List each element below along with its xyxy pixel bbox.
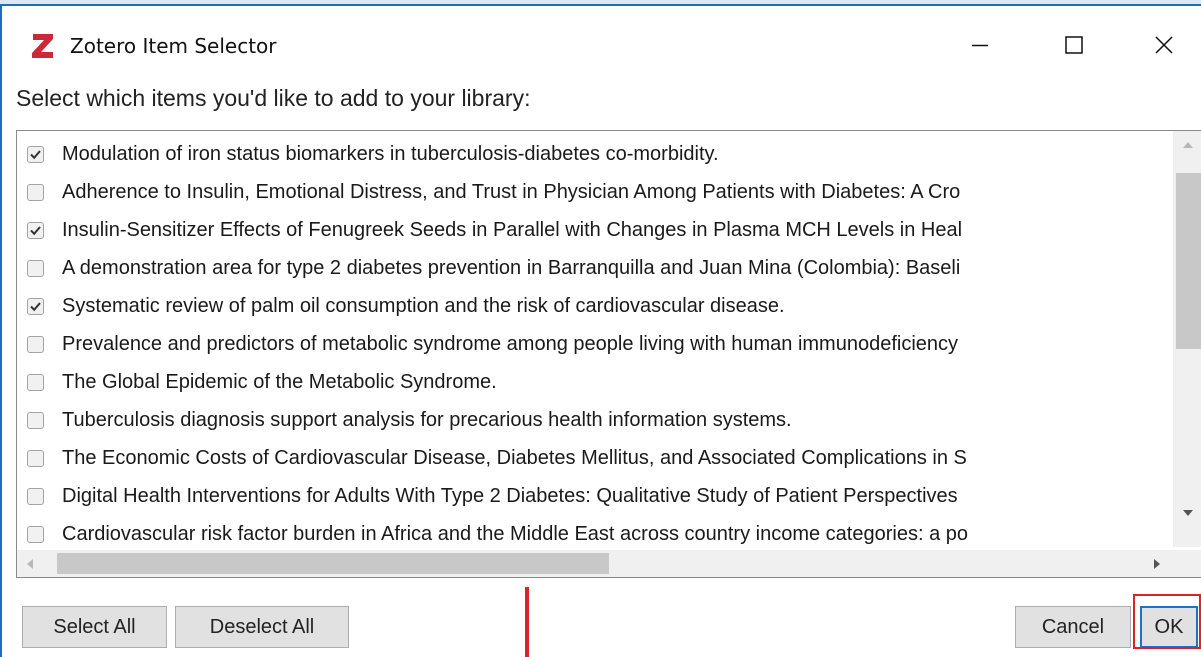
item-checkbox[interactable] — [27, 260, 44, 277]
vertical-scrollbar[interactable] — [1173, 131, 1201, 547]
item-label: Modulation of iron status biomarkers in … — [62, 143, 719, 165]
scroll-right-arrow-icon — [1154, 559, 1160, 569]
scroll-down-arrow-icon — [1183, 510, 1193, 516]
list-item[interactable]: A demonstration area for type 2 diabetes… — [17, 254, 1173, 292]
item-checkbox[interactable] — [27, 412, 44, 429]
item-checkbox[interactable] — [27, 488, 44, 505]
ok-button[interactable]: OK — [1140, 606, 1198, 648]
item-label: The Economic Costs of Cardiovascular Dis… — [62, 447, 967, 469]
dialog-window: Zotero Item Selector Select which items … — [0, 4, 1201, 657]
scroll-right-button[interactable] — [1144, 550, 1172, 577]
item-label: Insulin-Sensitizer Effects of Fenugreek … — [62, 219, 963, 241]
item-label: Systematic review of palm oil consumptio… — [62, 295, 785, 317]
deselect-all-button[interactable]: Deselect All — [175, 606, 349, 648]
list-item[interactable]: Cardiovascular risk factor burden in Afr… — [17, 520, 1173, 554]
item-checkbox[interactable] — [27, 526, 44, 543]
maximize-icon — [1065, 36, 1083, 54]
item-label: Digital Health Interventions for Adults … — [62, 485, 958, 507]
item-checkbox[interactable] — [27, 450, 44, 467]
window-title: Zotero Item Selector — [70, 34, 277, 58]
list-item[interactable]: The Global Epidemic of the Metabolic Syn… — [17, 368, 1173, 406]
list-item[interactable]: The Economic Costs of Cardiovascular Dis… — [17, 444, 1173, 482]
list-item[interactable]: Insulin-Sensitizer Effects of Fenugreek … — [17, 216, 1173, 254]
item-checkbox[interactable] — [27, 146, 44, 163]
close-button[interactable] — [1134, 20, 1194, 70]
item-label: Tuberculosis diagnosis support analysis … — [62, 409, 792, 431]
item-checkbox[interactable] — [27, 184, 44, 201]
checkmark-icon — [30, 150, 41, 160]
close-icon — [1155, 36, 1173, 54]
vertical-scroll-thumb[interactable] — [1176, 173, 1201, 349]
scroll-left-button[interactable] — [17, 550, 45, 577]
items-listbox[interactable]: Modulation of iron status biomarkers in … — [16, 130, 1201, 578]
scroll-up-arrow-icon — [1183, 142, 1193, 148]
maximize-button[interactable] — [1044, 20, 1104, 70]
item-label: Adherence to Insulin, Emotional Distress… — [62, 181, 961, 203]
cancel-button[interactable]: Cancel — [1015, 606, 1131, 648]
horizontal-scroll-thumb[interactable] — [57, 553, 609, 574]
prompt-label: Select which items you'd like to add to … — [16, 85, 531, 111]
annotation-line — [525, 587, 529, 657]
scroll-left-arrow-icon — [27, 559, 33, 569]
select-all-button[interactable]: Select All — [22, 606, 167, 648]
minimize-icon — [972, 44, 988, 47]
item-checkbox[interactable] — [27, 336, 44, 353]
checkmark-icon — [30, 226, 41, 236]
list-item[interactable]: Modulation of iron status biomarkers in … — [17, 140, 1173, 178]
list-item[interactable]: Tuberculosis diagnosis support analysis … — [17, 406, 1173, 444]
minimize-button[interactable] — [950, 20, 1010, 70]
item-checkbox[interactable] — [27, 298, 44, 315]
list-item[interactable]: Systematic review of palm oil consumptio… — [17, 292, 1173, 330]
title-bar[interactable]: Zotero Item Selector — [2, 6, 1201, 82]
scroll-up-button[interactable] — [1173, 131, 1201, 159]
horizontal-scrollbar[interactable] — [17, 550, 1201, 577]
list-item[interactable]: Digital Health Interventions for Adults … — [17, 482, 1173, 520]
scrollbar-corner — [1173, 550, 1201, 577]
zotero-z-icon — [32, 34, 53, 58]
item-label: Prevalence and predictors of metabolic s… — [62, 333, 959, 355]
item-checkbox[interactable] — [27, 374, 44, 391]
item-label: Cardiovascular risk factor burden in Afr… — [62, 523, 968, 545]
item-label: A demonstration area for type 2 diabetes… — [62, 257, 961, 279]
scroll-down-button[interactable] — [1173, 499, 1201, 527]
item-checkbox[interactable] — [27, 222, 44, 239]
item-label: The Global Epidemic of the Metabolic Syn… — [62, 371, 497, 393]
list-item[interactable]: Prevalence and predictors of metabolic s… — [17, 330, 1173, 368]
list-item[interactable]: Adherence to Insulin, Emotional Distress… — [17, 178, 1173, 216]
items-list: Modulation of iron status biomarkers in … — [17, 140, 1173, 554]
checkmark-icon — [30, 302, 41, 312]
